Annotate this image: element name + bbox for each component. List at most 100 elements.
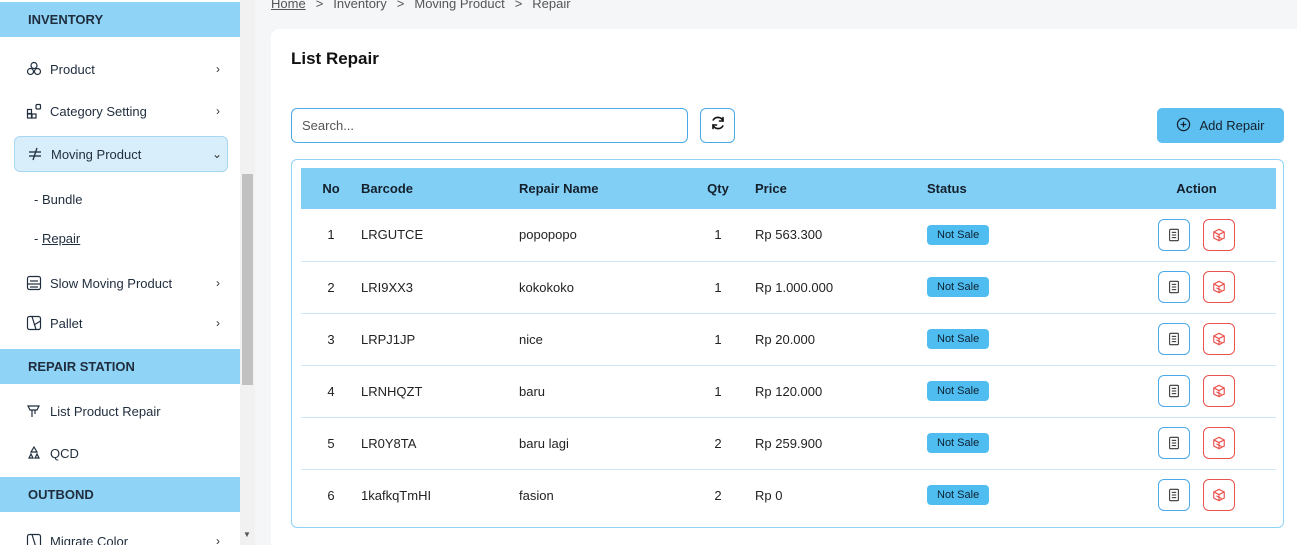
delete-button[interactable] (1203, 375, 1236, 407)
pallet-icon (26, 315, 42, 331)
main-card: List Repair Add Repair No Barcode Repair… (271, 29, 1297, 545)
sidebar-item-slow-moving-product[interactable]: Slow Moving Product › (14, 265, 228, 301)
breadcrumb-home[interactable]: Home (271, 0, 306, 11)
delete-button[interactable] (1203, 218, 1236, 251)
cell-status: Not Sale (927, 209, 1117, 261)
detail-button[interactable] (1157, 271, 1190, 303)
cell-barcode: LR0Y8TA (361, 435, 417, 451)
migrate-icon (26, 533, 42, 545)
detail-button[interactable] (1157, 479, 1190, 512)
cell-no: 3 (327, 331, 335, 347)
chevron-right-icon: › (216, 276, 220, 290)
box-delete-icon (1213, 228, 1226, 242)
sidebar-item-label: Slow Moving Product (50, 275, 173, 291)
cell-no: 1 (327, 227, 335, 243)
sidebar-subitem-bundle[interactable]: - Bundle (34, 192, 82, 207)
cell-qty: 1 (714, 227, 722, 243)
sidebar-item-pallet[interactable]: Pallet › (14, 305, 228, 341)
moving-icon (27, 146, 43, 162)
sidebar-item-qcd[interactable]: QCD (14, 435, 228, 471)
sidebar-subitem-label: Bundle (41, 192, 83, 207)
chevron-down-icon: ⌄ (211, 147, 223, 161)
sidebar-item-label: List Product Repair (50, 403, 161, 419)
table-row: 2 LRI9XX3 kokokoko 1 Rp 1.000.000 Not Sa… (301, 261, 1276, 313)
refresh-icon (710, 115, 726, 136)
status-badge: Not Sale (927, 433, 990, 453)
add-repair-button[interactable]: Add Repair (1157, 108, 1284, 143)
sidebar-item-product[interactable]: Product › (14, 51, 228, 87)
document-icon (1168, 436, 1179, 450)
section-header-outbond: OUTBOND (0, 477, 240, 512)
delete-button[interactable] (1203, 323, 1236, 355)
archive-icon (26, 275, 42, 291)
breadcrumb-separator: > (514, 0, 523, 11)
detail-button[interactable] (1157, 375, 1190, 407)
breadcrumb-moving-product[interactable]: Moving Product (414, 0, 504, 11)
document-icon (1168, 489, 1179, 502)
column-header-barcode: Barcode (361, 181, 414, 196)
status-badge: Not Sale (927, 381, 990, 401)
delete-button[interactable] (1203, 479, 1236, 512)
cell-price: Rp 259.900 (755, 435, 823, 451)
cell-repair-name: baru (519, 383, 546, 399)
column-header-qty: Qty (707, 181, 729, 196)
cell-qty: 2 (714, 487, 722, 503)
sidebar-item-moving-product[interactable]: Moving Product ⌄ (14, 136, 228, 172)
detail-button[interactable] (1157, 323, 1190, 355)
cell-qty: 1 (714, 383, 722, 399)
column-header-repair-name: Repair Name (519, 181, 599, 196)
box-delete-icon (1213, 436, 1226, 450)
cell-repair-name: nice (519, 331, 543, 347)
cell-price: Rp 20.000 (755, 331, 815, 347)
status-badge: Not Sale (927, 224, 990, 245)
cell-price: Rp 1.000.000 (755, 279, 834, 295)
cell-action (1117, 469, 1276, 521)
cell-status: Not Sale (927, 417, 1117, 469)
scroll-down-arrow-icon[interactable]: ▼ (243, 530, 251, 539)
cell-price: Rp 120.000 (755, 383, 823, 399)
sidebar-scroll-thumb[interactable] (242, 174, 253, 385)
status-badge: Not Sale (927, 277, 990, 297)
table-row: 1 LRGUTCE popopopo 1 Rp 563.300 Not Sale (301, 209, 1276, 261)
sidebar-subitem-repair[interactable]: - Repair (34, 231, 80, 246)
cell-status: Not Sale (927, 469, 1117, 521)
sidebar-item-list-product-repair[interactable]: List Product Repair (14, 393, 228, 429)
cell-barcode: LRNHQZT (361, 383, 423, 399)
cell-status: Not Sale (927, 261, 1117, 313)
cell-no: 4 (327, 383, 335, 399)
detail-button[interactable] (1157, 427, 1190, 459)
sidebar-item-label: QCD (50, 445, 79, 461)
cell-barcode: LRI9XX3 (361, 279, 414, 295)
detail-button[interactable] (1157, 218, 1190, 251)
section-header-inventory: INVENTORY (0, 2, 240, 37)
sidebar-subitem-label: Repair (41, 231, 81, 246)
refresh-button[interactable] (700, 108, 735, 143)
sidebar: INVENTORY Product › Category Setting › M… (0, 0, 255, 545)
chevron-right-icon: › (216, 62, 220, 76)
repair-table-container: No Barcode Repair Name Qty Price Status … (291, 159, 1284, 528)
repair-table: No Barcode Repair Name Qty Price Status … (301, 168, 1276, 521)
cell-price: Rp 563.300 (755, 227, 823, 243)
cubes-icon (26, 61, 42, 77)
document-icon (1168, 384, 1179, 398)
column-header-action: Action (1176, 181, 1217, 196)
plus-circle-icon (1176, 117, 1191, 135)
status-badge: Not Sale (927, 329, 990, 349)
add-repair-label: Add Repair (1199, 118, 1265, 133)
sidebar-item-label: Category Setting (50, 103, 147, 119)
box-delete-icon (1213, 384, 1226, 398)
cell-no: 5 (327, 435, 335, 451)
cell-barcode: LRPJ1JP (361, 331, 416, 347)
sidebar-item-migrate-color[interactable]: Migrate Color › (14, 523, 228, 545)
wrench-icon (26, 403, 42, 419)
search-input[interactable] (291, 108, 688, 143)
sidebar-item-category-setting[interactable]: Category Setting › (14, 93, 228, 129)
delete-button[interactable] (1203, 427, 1236, 459)
delete-button[interactable] (1203, 271, 1236, 303)
column-header-price: Price (755, 181, 787, 196)
table-header-row: No Barcode Repair Name Qty Price Status … (301, 168, 1276, 209)
cell-qty: 2 (714, 435, 722, 451)
chevron-right-icon: › (216, 534, 220, 545)
breadcrumb-separator: > (396, 0, 405, 11)
breadcrumb-inventory[interactable]: Inventory (333, 0, 386, 11)
